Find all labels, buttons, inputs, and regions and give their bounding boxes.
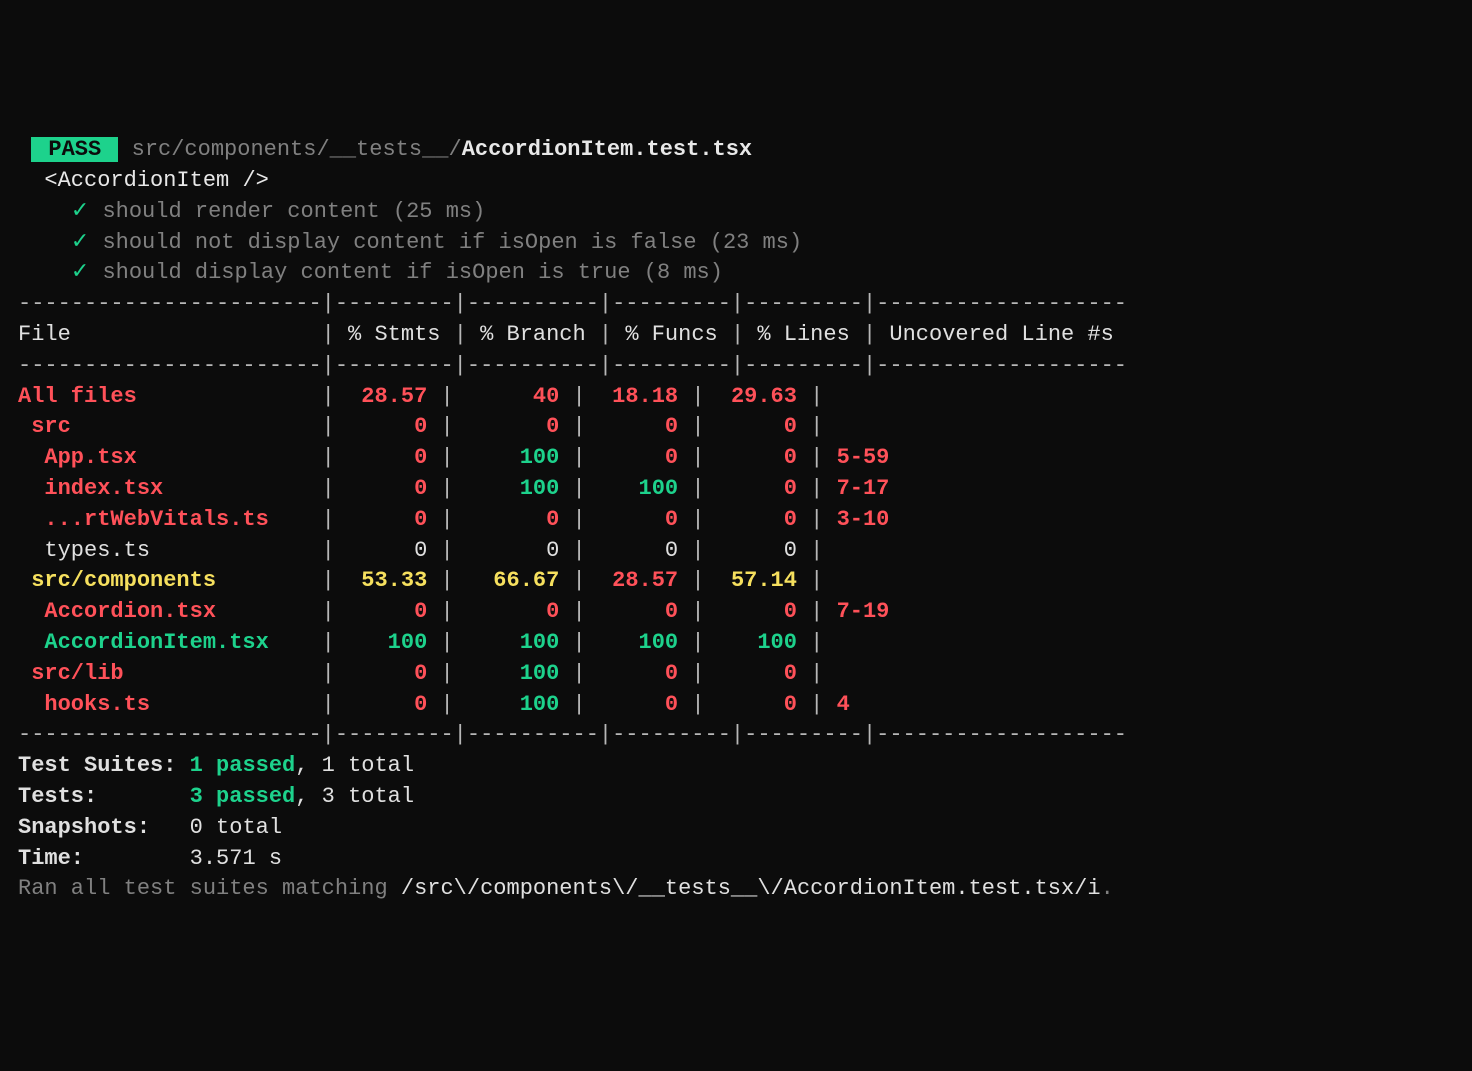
coverage-cell: 0 (705, 445, 797, 470)
coverage-cell: 53.33 (335, 568, 427, 593)
coverage-cell: 0 (705, 507, 797, 532)
pass-badge: PASS (31, 137, 118, 162)
coverage-cell: 0 (454, 599, 560, 624)
coverage-cell: 0 (335, 476, 427, 501)
coverage-header: File | % Stmts | % Branch | % Funcs | % … (18, 322, 1127, 347)
coverage-rule: -----------------------|---------|------… (18, 722, 1127, 747)
summary-time-val: 3.571 s (190, 846, 282, 871)
coverage-cell: 100 (454, 445, 560, 470)
summary-snapshots-label: Snapshots: (18, 815, 190, 840)
uncovered-lines: 3-10 (837, 507, 890, 532)
summary-snapshots-val: 0 total (190, 815, 282, 840)
coverage-file: hooks.ts (18, 692, 308, 717)
coverage-cell: 0 (335, 445, 427, 470)
coverage-cell: 100 (454, 630, 560, 655)
uncovered-lines: 5-59 (837, 445, 890, 470)
coverage-cell: 0 (586, 414, 678, 439)
coverage-cell: 66.67 (454, 568, 560, 593)
coverage-cell: 0 (586, 692, 678, 717)
coverage-file: ...rtWebVitals.ts (18, 507, 308, 532)
coverage-cell: 0 (454, 507, 560, 532)
test-path-dir: src/components/__tests__/ (132, 137, 462, 162)
check-icon: ✓ (71, 260, 89, 285)
coverage-cell: 100 (335, 630, 427, 655)
coverage-cell: 0 (586, 507, 678, 532)
coverage-cell: 0 (335, 538, 427, 563)
uncovered-lines: 4 (837, 692, 850, 717)
coverage-cell: 57.14 (705, 568, 797, 593)
test-path-file: AccordionItem.test.tsx (462, 137, 752, 162)
summary-tests-passed: 3 passed (190, 784, 296, 809)
terminal-output: PASS src/components/__tests__/AccordionI… (18, 135, 1454, 905)
footer-pattern: /src\/components\/__tests__\/AccordionIt… (401, 876, 1101, 901)
coverage-file: src/lib (18, 661, 308, 686)
coverage-file: AccordionItem.tsx (18, 630, 308, 655)
coverage-cell: 0 (705, 599, 797, 624)
summary-time-label: Time: (18, 846, 190, 871)
summary-tests-label: Tests: (18, 784, 190, 809)
coverage-cell: 0 (586, 445, 678, 470)
coverage-cell: 18.18 (586, 384, 678, 409)
coverage-file: App.tsx (18, 445, 308, 470)
coverage-cell: 0 (586, 661, 678, 686)
coverage-cell: 0 (705, 414, 797, 439)
coverage-cell: 40 (454, 384, 560, 409)
coverage-cell: 100 (705, 630, 797, 655)
coverage-file: src (18, 414, 308, 439)
coverage-cell: 0 (705, 476, 797, 501)
uncovered-lines: 7-17 (837, 476, 890, 501)
coverage-cell: 100 (454, 661, 560, 686)
test-name: should display content if isOpen is true… (102, 260, 723, 285)
coverage-cell: 0 (705, 692, 797, 717)
coverage-cell: 100 (454, 476, 560, 501)
coverage-cell: 0 (335, 414, 427, 439)
check-icon: ✓ (71, 230, 89, 255)
coverage-cell: 0 (335, 507, 427, 532)
test-name: should render content (25 ms) (102, 199, 485, 224)
coverage-cell: 0 (335, 661, 427, 686)
coverage-file: All files (18, 384, 308, 409)
coverage-file: Accordion.tsx (18, 599, 308, 624)
test-name: should not display content if isOpen is … (102, 230, 802, 255)
coverage-cell: 0 (705, 661, 797, 686)
footer-suffix: . (1101, 876, 1114, 901)
footer-prefix: Ran all test suites matching (18, 876, 401, 901)
coverage-cell: 100 (586, 630, 678, 655)
uncovered-lines: 7-19 (837, 599, 890, 624)
coverage-cell: 100 (454, 692, 560, 717)
coverage-cell: 28.57 (335, 384, 427, 409)
describe-block: <AccordionItem /> (44, 168, 268, 193)
summary-tests-total: , 3 total (295, 784, 414, 809)
summary-suites-total: , 1 total (295, 753, 414, 778)
coverage-cell: 0 (586, 599, 678, 624)
coverage-cell: 0 (335, 692, 427, 717)
coverage-rule: -----------------------|---------|------… (18, 291, 1127, 316)
summary-suites-label: Test Suites: (18, 753, 190, 778)
coverage-cell: 0 (454, 538, 560, 563)
summary-suites-passed: 1 passed (190, 753, 296, 778)
check-icon: ✓ (71, 199, 89, 224)
coverage-file: index.tsx (18, 476, 308, 501)
coverage-cell: 0 (705, 538, 797, 563)
coverage-cell: 100 (586, 476, 678, 501)
coverage-file: src/components (18, 568, 308, 593)
coverage-cell: 0 (586, 538, 678, 563)
coverage-cell: 0 (335, 599, 427, 624)
coverage-cell: 0 (454, 414, 560, 439)
coverage-file: types.ts (18, 538, 308, 563)
coverage-rule: -----------------------|---------|------… (18, 353, 1127, 378)
coverage-cell: 29.63 (705, 384, 797, 409)
coverage-cell: 28.57 (586, 568, 678, 593)
